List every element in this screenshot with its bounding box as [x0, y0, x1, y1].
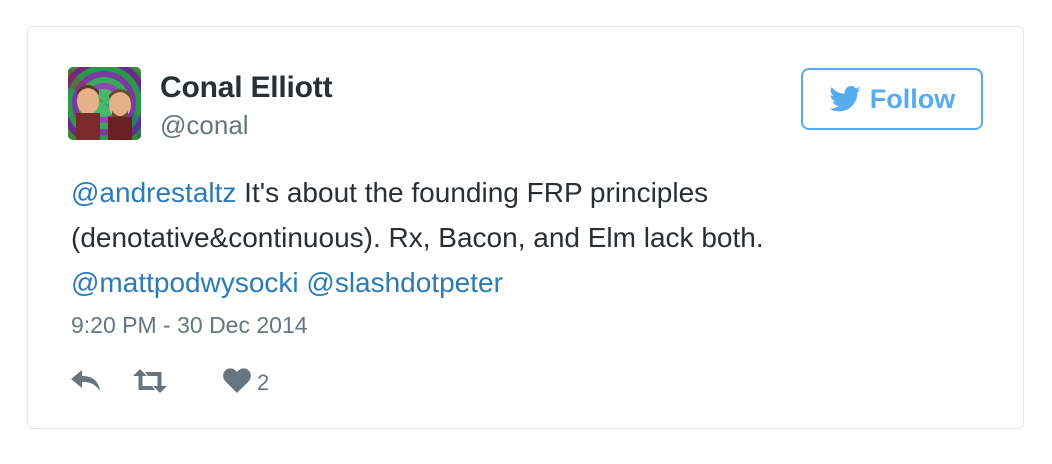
tweet-card: Conal Elliott @conal Follow @andrestaltz…: [27, 26, 1024, 429]
avatar[interactable]: [68, 67, 141, 140]
retweet-icon: [133, 368, 167, 398]
retweet-button[interactable]: [133, 368, 223, 398]
mention-link[interactable]: @andrestaltz: [71, 177, 236, 208]
like-count: 2: [257, 370, 270, 395]
tweet-line-2: (denotative&continuous). Rx, Bacon, and …: [71, 222, 764, 253]
tweet-line-1: @andrestaltz It's about the founding FRP…: [71, 170, 971, 215]
follow-button[interactable]: Follow: [801, 68, 983, 130]
author-name[interactable]: Conal Elliott: [160, 71, 333, 105]
reply-icon: [71, 369, 101, 397]
reply-button[interactable]: [71, 369, 133, 397]
heart-icon: [223, 368, 251, 398]
twitter-bird-icon: [829, 86, 861, 112]
tweet-text-segment: It's about the founding FRP principles: [236, 177, 709, 208]
tweet-actions: 2: [71, 368, 269, 398]
author-handle[interactable]: @conal: [160, 110, 249, 141]
mention-link[interactable]: @mattpodwysocki: [71, 267, 299, 298]
follow-label: Follow: [869, 83, 956, 114]
tweet-line-3: @mattpodwysocki @slashdotpeter: [71, 260, 971, 305]
tweet-timestamp[interactable]: 9:20 PM - 30 Dec 2014: [71, 312, 308, 339]
mention-link[interactable]: @slashdotpeter: [306, 267, 503, 298]
tweet-text: @andrestaltz It's about the founding FRP…: [71, 170, 971, 305]
like-button[interactable]: 2: [223, 368, 269, 398]
